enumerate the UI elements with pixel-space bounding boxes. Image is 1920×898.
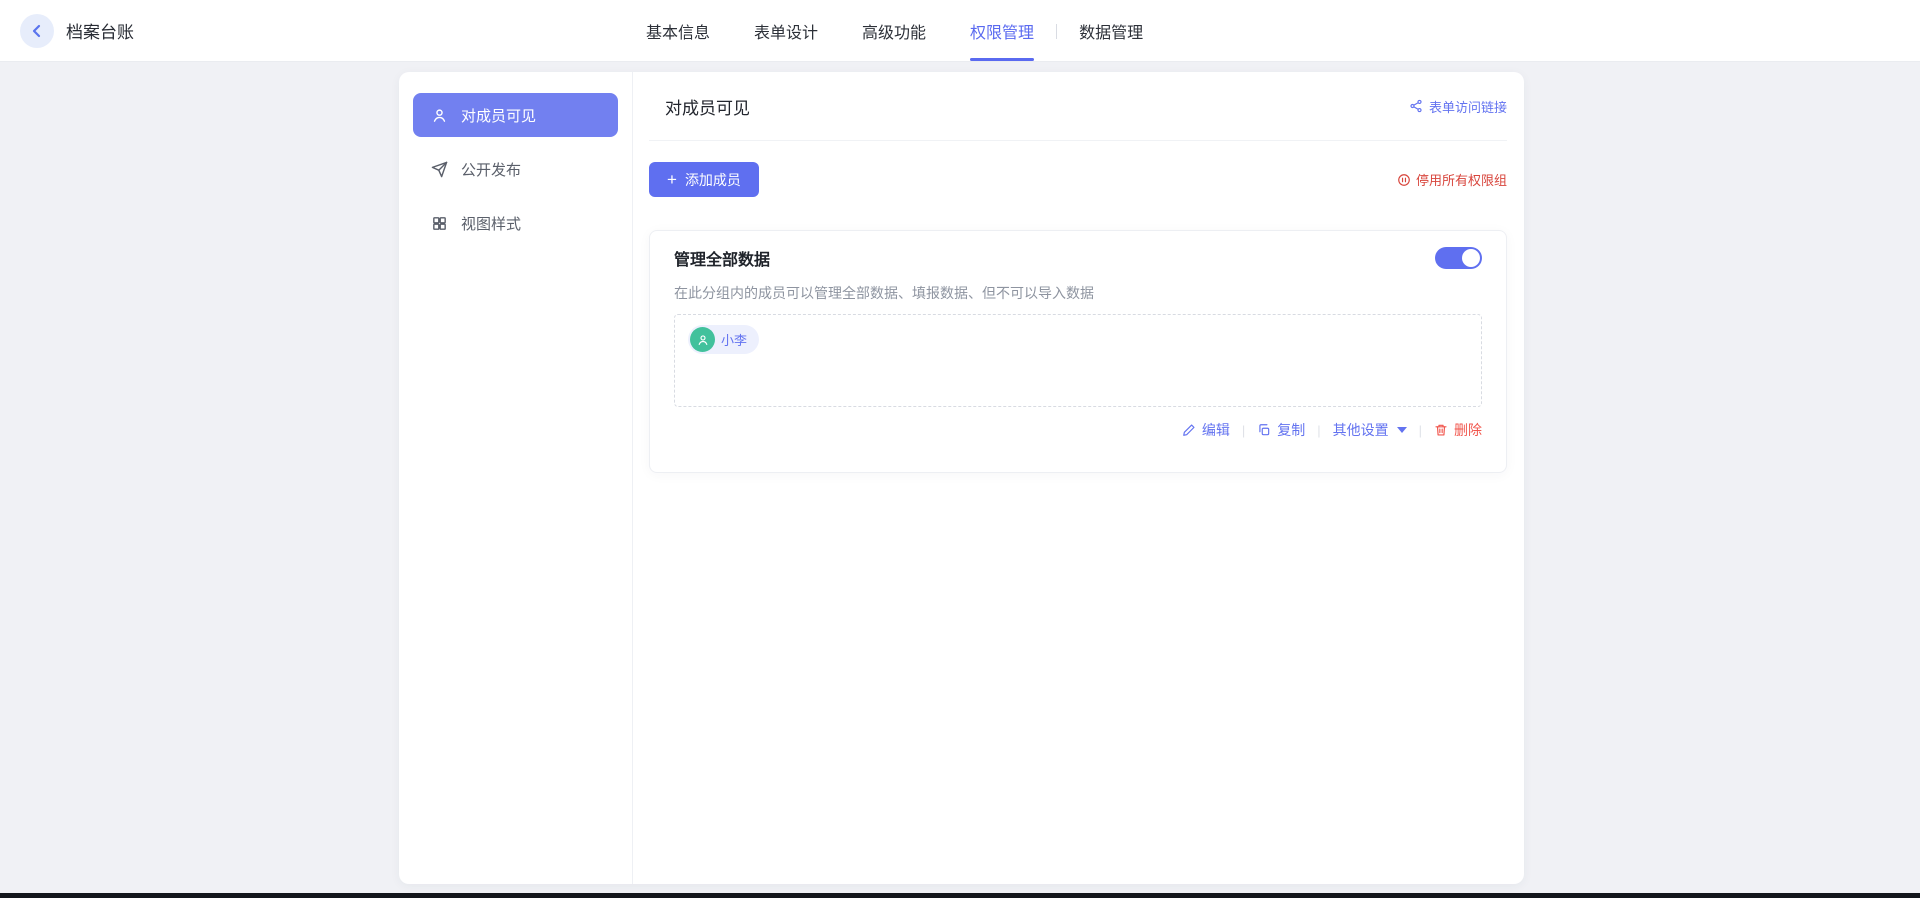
member-list-area[interactable]: 小李 xyxy=(674,314,1482,407)
action-divider: | xyxy=(1317,422,1321,438)
content-panel: 对成员可见 公开发布 视图样式 对成员可见 表单访问链接 + 添加成员 停用所有… xyxy=(399,72,1524,884)
sidebar-item-label: 对成员可见 xyxy=(461,107,537,125)
top-tabs: 基本信息 表单设计 高级功能 权限管理 数据管理 xyxy=(624,0,1165,62)
toggle-knob xyxy=(1462,249,1480,267)
avatar xyxy=(690,327,715,352)
active-tab-underline xyxy=(970,58,1035,61)
user-icon xyxy=(696,333,710,347)
tab-advanced-features[interactable]: 高级功能 xyxy=(840,0,948,62)
pause-circle-icon xyxy=(1397,173,1411,187)
plus-icon: + xyxy=(667,169,677,189)
user-icon xyxy=(431,107,448,124)
bottom-strip xyxy=(0,893,1920,898)
group-enabled-toggle[interactable] xyxy=(1435,247,1482,269)
toolbar: + 添加成员 停用所有权限组 xyxy=(649,162,1507,197)
copy-button[interactable]: 复制 xyxy=(1257,420,1305,440)
tab-basic-info[interactable]: 基本信息 xyxy=(624,0,732,62)
sidebar-item-public-publish[interactable]: 公开发布 xyxy=(413,147,618,191)
sidebar-item-view-style[interactable]: 视图样式 xyxy=(413,201,618,245)
caret-down-icon xyxy=(1396,427,1407,433)
disable-all-permission-groups-button[interactable]: 停用所有权限组 xyxy=(1397,170,1507,189)
grid-icon xyxy=(431,215,448,232)
share-nodes-icon xyxy=(1409,99,1423,113)
sidebar-item-visible-to-members[interactable]: 对成员可见 xyxy=(413,93,618,137)
permission-group-title: 管理全部数据 xyxy=(674,252,771,269)
permission-group-card: 管理全部数据 在此分组内的成员可以管理全部数据、填报数据、但不可以导入数据 小李 xyxy=(649,230,1507,473)
other-settings-dropdown[interactable]: 其他设置 xyxy=(1333,420,1407,440)
form-access-link[interactable]: 表单访问链接 xyxy=(1409,97,1507,116)
permission-group-header: 管理全部数据 xyxy=(674,246,1482,270)
main-header: 对成员可见 表单访问链接 xyxy=(649,72,1507,141)
back-button[interactable] xyxy=(20,13,54,48)
tab-data-management[interactable]: 数据管理 xyxy=(1057,0,1165,62)
copy-icon xyxy=(1257,423,1271,437)
edit-button[interactable]: 编辑 xyxy=(1182,420,1230,440)
pencil-icon xyxy=(1182,423,1196,437)
tab-form-design[interactable]: 表单设计 xyxy=(732,0,840,62)
page-title: 档案台账 xyxy=(66,23,134,42)
topbar: 档案台账 基本信息 表单设计 高级功能 权限管理 数据管理 xyxy=(0,0,1920,62)
main-area: 对成员可见 表单访问链接 + 添加成员 停用所有权限组 管理全部数据 在此分组内… xyxy=(633,72,1524,884)
add-member-button[interactable]: + 添加成员 xyxy=(649,162,759,197)
action-divider: | xyxy=(1241,422,1246,438)
tab-permission-management[interactable]: 权限管理 xyxy=(948,0,1056,62)
action-divider: | xyxy=(1418,422,1422,438)
sidebar-item-label: 视图样式 xyxy=(461,215,522,233)
trash-icon xyxy=(1434,423,1448,437)
send-icon xyxy=(431,161,448,178)
card-action-bar: 编辑 | 复制 | 其他设置 | 删除 xyxy=(674,420,1482,440)
permission-group-description: 在此分组内的成员可以管理全部数据、填报数据、但不可以导入数据 xyxy=(674,285,1094,301)
settings-sidebar: 对成员可见 公开发布 视图样式 xyxy=(399,72,633,884)
member-chip[interactable]: 小李 xyxy=(688,325,760,354)
chevron-left-icon xyxy=(30,24,44,38)
member-name: 小李 xyxy=(721,333,748,348)
sidebar-item-label: 公开发布 xyxy=(461,161,522,179)
delete-button[interactable]: 删除 xyxy=(1434,420,1482,440)
section-title: 对成员可见 xyxy=(665,98,750,118)
